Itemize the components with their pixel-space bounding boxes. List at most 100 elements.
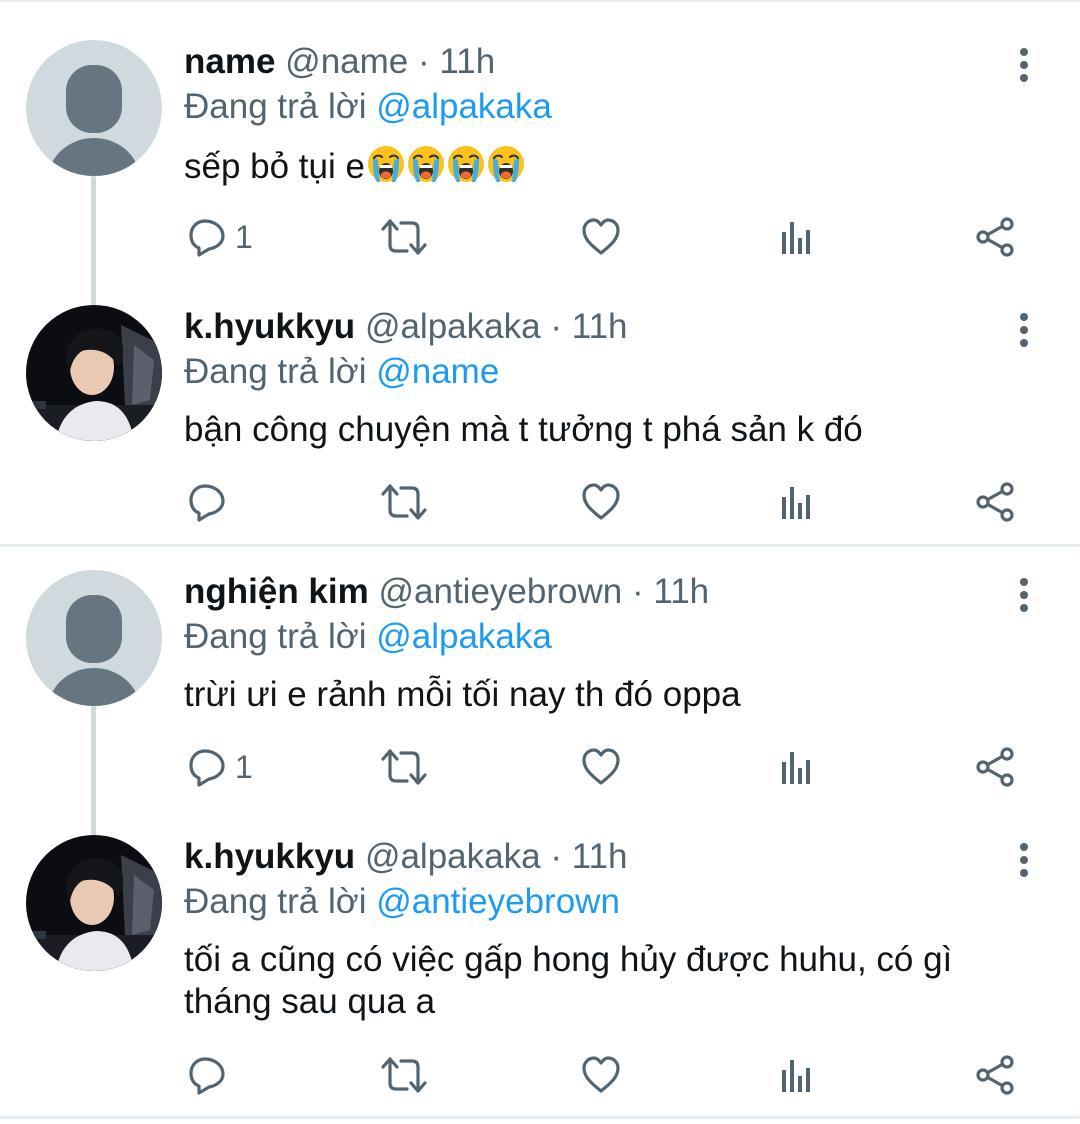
more-icon[interactable] [1012, 309, 1036, 349]
reply-count: 1 [235, 748, 253, 785]
retweet-button[interactable] [381, 1050, 427, 1100]
retweet-icon [381, 482, 427, 522]
separator-dot: · [418, 42, 430, 81]
tweet-text-content: trừi ưi e rảnh mỗi tối nay th đó oppa [184, 675, 741, 714]
tweet-text-content: bận công chuyện mà t tưởng t phá sản k đ… [184, 410, 863, 449]
mention-link[interactable]: @alpakaka [376, 617, 552, 656]
replying-to: Đang trả lời @antieyebrown [184, 880, 620, 924]
timestamp[interactable]: 11h [572, 837, 628, 876]
tweet-text: trừi ưi e rảnh mỗi tối nay th đó oppa [184, 674, 1034, 716]
retweet-icon [381, 747, 427, 787]
top-divider [0, 0, 1080, 2]
analytics-button[interactable] [780, 1050, 814, 1100]
replying-to: Đang trả lời @alpakaka [184, 615, 552, 659]
tweet-header: k.hyukkyu @alpakaka · 11h [184, 835, 628, 879]
tweet[interactable]: k.hyukkyu @alpakaka · 11h Đang trả lời @… [0, 305, 1080, 535]
avatar[interactable] [26, 570, 162, 706]
retweet-button[interactable] [381, 742, 427, 792]
thread-divider [0, 1116, 1080, 1119]
share-icon [974, 482, 1016, 522]
like-button[interactable] [581, 212, 621, 262]
display-name[interactable]: k.hyukkyu [184, 307, 355, 346]
replying-to-label: Đang trả lời [184, 87, 377, 126]
share-icon [974, 217, 1016, 257]
tweet-text-content: sếp bỏ tụi e [184, 147, 365, 186]
reply-icon [187, 482, 227, 522]
share-button[interactable] [974, 1050, 1016, 1100]
more-icon[interactable] [1012, 839, 1036, 879]
replying-to-label: Đang trả lời [184, 882, 377, 921]
timestamp[interactable]: 11h [653, 572, 709, 611]
like-icon [581, 483, 621, 521]
reply-button[interactable]: 1 [187, 212, 253, 262]
replying-to-label: Đang trả lời [184, 617, 377, 656]
display-name[interactable]: k.hyukkyu [184, 837, 355, 876]
like-icon [581, 1056, 621, 1094]
retweet-icon [381, 1055, 427, 1095]
tweet-text: tối a cũng có việc gấp hong hủy được huh… [184, 939, 1034, 1023]
tweet[interactable]: nghiện kim @antieyebrown · 11h Đang trả … [0, 570, 1080, 820]
analytics-button[interactable] [780, 742, 814, 792]
user-handle[interactable]: @antieyebrown [378, 572, 622, 611]
more-icon[interactable] [1012, 574, 1036, 614]
share-button[interactable] [974, 742, 1016, 792]
reply-icon [187, 1055, 227, 1095]
share-button[interactable] [974, 477, 1016, 527]
separator-dot: · [631, 572, 644, 611]
mention-link[interactable]: @alpakaka [376, 87, 552, 126]
crying-face-icon [366, 144, 526, 194]
retweet-button[interactable] [381, 212, 427, 262]
analytics-icon [780, 1058, 814, 1092]
reply-button[interactable] [187, 1050, 227, 1100]
display-name[interactable]: name [184, 42, 275, 81]
like-button[interactable] [581, 742, 621, 792]
tweet-header: k.hyukkyu @alpakaka · 11h [184, 305, 628, 349]
replying-to: Đang trả lời @name [184, 350, 499, 394]
mention-link[interactable]: @antieyebrown [376, 882, 620, 921]
separator-dot: · [550, 837, 562, 876]
user-handle[interactable]: @name [285, 42, 408, 81]
mention-link[interactable]: @name [376, 352, 499, 391]
reply-count: 1 [235, 218, 253, 255]
user-handle[interactable]: @alpakaka [365, 307, 541, 346]
tweet-text-line: tối a cũng có việc gấp hong hủy được huh… [184, 940, 953, 979]
avatar[interactable] [26, 835, 162, 971]
tweet[interactable]: k.hyukkyu @alpakaka · 11h Đang trả lời @… [0, 835, 1080, 1105]
analytics-icon [780, 750, 814, 784]
tweet[interactable]: name @name · 11h Đang trả lời @alpakaka … [0, 40, 1080, 290]
analytics-icon [780, 220, 814, 254]
avatar[interactable] [26, 40, 162, 176]
tweet-actions: 1 [0, 212, 1080, 262]
reply-icon [187, 747, 227, 787]
tweet-actions [0, 1050, 1080, 1100]
timestamp[interactable]: 11h [572, 307, 628, 346]
share-button[interactable] [974, 212, 1016, 262]
tweet-text: bận công chuyện mà t tưởng t phá sản k đ… [184, 409, 1034, 451]
analytics-button[interactable] [780, 477, 814, 527]
more-icon[interactable] [1012, 44, 1036, 84]
avatar[interactable] [26, 305, 162, 441]
tweet-header: nghiện kim @antieyebrown · 11h [184, 570, 709, 614]
reply-button[interactable]: 1 [187, 742, 253, 792]
retweet-button[interactable] [381, 477, 427, 527]
like-button[interactable] [581, 477, 621, 527]
analytics-icon [780, 485, 814, 519]
like-button[interactable] [581, 1050, 621, 1100]
tweet-actions [0, 477, 1080, 527]
tweet-text-line: tháng sau qua a [184, 982, 436, 1021]
like-icon [581, 748, 621, 786]
analytics-button[interactable] [780, 212, 814, 262]
thread-divider [0, 544, 1080, 547]
retweet-icon [381, 217, 427, 257]
replying-to: Đang trả lời @alpakaka [184, 85, 552, 129]
separator-dot: · [550, 307, 562, 346]
reply-button[interactable] [187, 477, 227, 527]
timestamp[interactable]: 11h [439, 42, 495, 81]
tweet-actions: 1 [0, 742, 1080, 792]
tweet-header: name @name · 11h [184, 40, 495, 84]
like-icon [581, 218, 621, 256]
user-handle[interactable]: @alpakaka [365, 837, 541, 876]
display-name[interactable]: nghiện kim [184, 572, 369, 611]
reply-icon [187, 217, 227, 257]
tweet-text: sếp bỏ tụi e [184, 144, 1034, 194]
